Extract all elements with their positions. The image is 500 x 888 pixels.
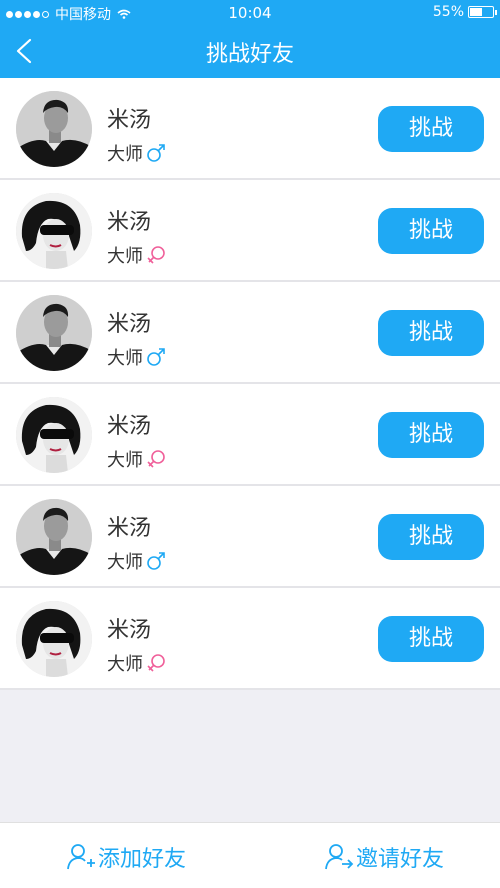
challenge-button[interactable]: 挑战: [378, 412, 484, 458]
status-right: 55%: [432, 4, 497, 20]
friend-rank: 大师: [107, 348, 143, 369]
rank-line: 大师: [107, 140, 166, 166]
challenge-button[interactable]: 挑战: [378, 208, 484, 254]
friend-row: 米汤大师 挑战: [0, 588, 500, 690]
male-icon: [146, 143, 166, 163]
friend-row: 米汤大师 挑战: [0, 78, 500, 180]
rank-line: 大师: [107, 344, 166, 370]
avatar: [16, 91, 92, 167]
rank-line: 大师: [107, 650, 166, 676]
rank-line: 大师: [107, 242, 166, 268]
male-icon: [146, 347, 166, 367]
friend-rank: 大师: [107, 144, 143, 165]
friend-rank: 大师: [107, 552, 143, 573]
avatar: [16, 601, 92, 677]
challenge-button[interactable]: 挑战: [378, 616, 484, 662]
challenge-button[interactable]: 挑战: [378, 514, 484, 560]
avatar: [16, 295, 92, 371]
avatar: [16, 193, 92, 269]
invite-user-icon: [325, 844, 354, 870]
page-title: 挑战好友: [205, 42, 294, 67]
add-user-icon: [67, 844, 95, 870]
male-icon: [146, 551, 166, 571]
friend-list: 米汤 大师 挑战 米汤 大师 挑战 米汤 大师 挑战 米汤 大师 挑战 米汤 大师 挑战 米汤 大师 挑战: [0, 78, 500, 690]
battery-percent: 55%: [432, 4, 464, 20]
friend-rank: 大师: [107, 450, 143, 471]
friend-row: 米汤大师 挑战: [0, 180, 500, 282]
status-bar: 中国移动 10:04 55%: [0, 0, 500, 26]
friend-name: 米汤: [107, 312, 152, 337]
rank-line: 大师: [107, 446, 166, 472]
avatar: [16, 499, 92, 575]
friend-rank: 大师: [107, 246, 143, 267]
friend-row: 米汤大师 挑战: [0, 384, 500, 486]
status-time: 10:04: [228, 4, 272, 22]
friend-row: 米汤大师 挑战: [0, 486, 500, 588]
female-icon: [146, 449, 166, 469]
friend-name: 米汤: [107, 516, 152, 541]
friend-name: 米汤: [107, 108, 152, 133]
challenge-button[interactable]: 挑战: [378, 310, 484, 356]
rank-line: 大师: [107, 548, 166, 574]
challenge-button[interactable]: 挑战: [378, 106, 484, 152]
top-header: 中国移动 10:04 55% 挑战好友: [0, 0, 500, 78]
add-friend-button[interactable]: 添加好友: [66, 841, 186, 873]
friend-name: 米汤: [107, 210, 152, 235]
friend-name: 米汤: [107, 414, 152, 439]
invite-friend-button[interactable]: 邀请好友: [324, 841, 444, 873]
avatar: [16, 397, 92, 473]
friend-rank: 大师: [107, 654, 143, 675]
battery-icon: [468, 6, 497, 18]
friend-row: 米汤大师 挑战: [0, 282, 500, 384]
female-icon: [146, 653, 166, 673]
add-friend-label: 添加好友: [98, 847, 187, 872]
invite-friend-label: 邀请好友: [356, 847, 445, 872]
bottom-bar: 添加好友 邀请好友: [0, 822, 500, 888]
female-icon: [146, 245, 166, 265]
friend-name: 米汤: [107, 618, 152, 643]
